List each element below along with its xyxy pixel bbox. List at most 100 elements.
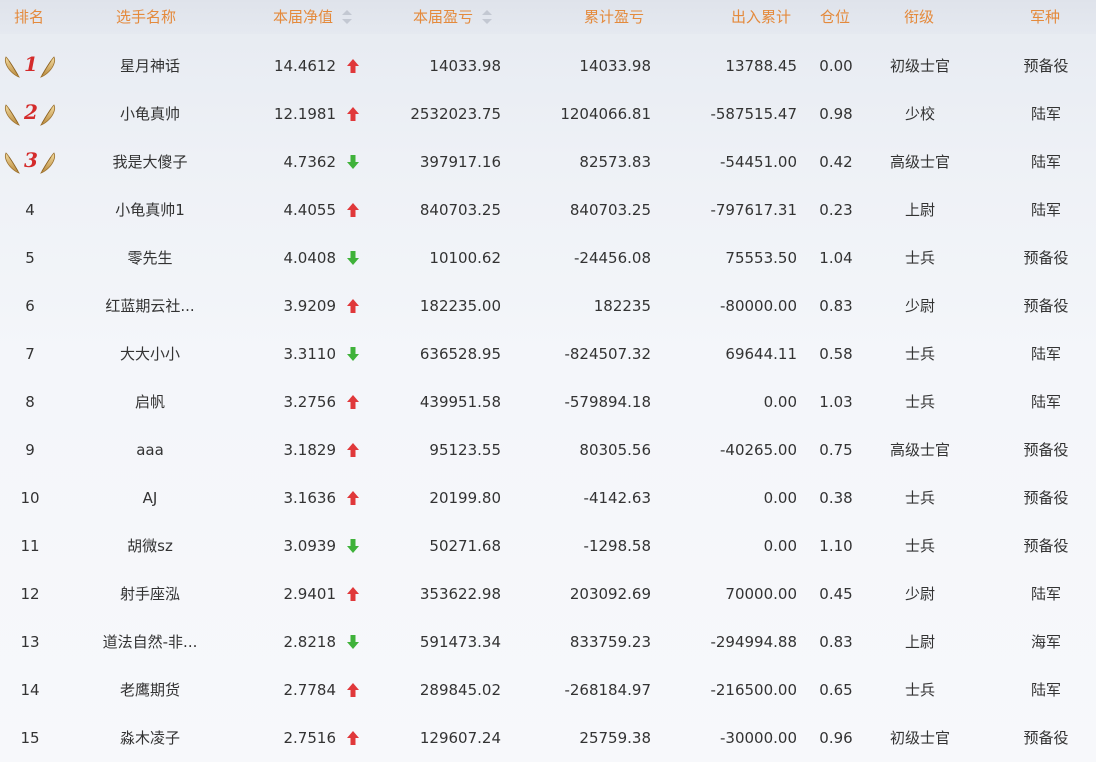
position-value: 0.96 — [819, 729, 853, 747]
title-value: 高级士官 — [889, 153, 950, 171]
pnl-value: 636528.95 — [419, 345, 501, 363]
cum-pnl-value: -824507.32 — [564, 345, 651, 363]
player-name[interactable]: 小龟真帅1 — [60, 186, 240, 234]
nav-value: 4.0408 — [283, 249, 337, 267]
pnl-value: 397917.16 — [419, 153, 501, 171]
player-name[interactable]: 大大小小 — [60, 330, 240, 378]
table-row[interactable]: 8 启帆 3.2756 439951.58 -579894.18 0.00 1.03 士兵 陆军 — [0, 378, 1096, 426]
rank-number: 9 — [25, 441, 35, 459]
cum-pnl-value: 840703.25 — [569, 201, 651, 219]
player-name[interactable]: 射手座泓 — [60, 570, 240, 618]
trend-up-arrow-icon — [346, 682, 360, 698]
flow-value: -797617.31 — [710, 201, 797, 219]
flow-value: 13788.45 — [725, 57, 797, 75]
rank-number: 15 — [20, 729, 40, 747]
table-row[interactable]: 2 小龟真帅 12.1981 2532023.75 1204066.81 -587515.… — [0, 90, 1096, 138]
position-value: 0.83 — [819, 297, 853, 315]
trend-down-arrow-icon — [346, 250, 360, 266]
trend-up-arrow-icon — [346, 586, 360, 602]
col-service-header: 军种 — [1030, 8, 1061, 26]
table-row[interactable]: 14 老鹰期货 2.7784 289845.02 -268184.97 -216500.0… — [0, 666, 1096, 714]
service-value: 陆军 — [1030, 153, 1061, 171]
pnl-value: 129607.24 — [419, 729, 501, 747]
title-value: 上尉 — [904, 201, 935, 219]
service-value: 陆军 — [1030, 105, 1061, 123]
nav-value: 3.3110 — [283, 345, 337, 363]
player-name[interactable]: 我是大傻子 — [60, 138, 240, 186]
player-name[interactable]: 道法自然-非... — [60, 618, 240, 666]
player-name[interactable]: 小龟真帅 — [60, 90, 240, 138]
table-row[interactable]: 1 星月神话 14.4612 14033.98 14033.98 13788.45 0.00… — [0, 42, 1096, 90]
trend-down-arrow-icon — [346, 346, 360, 362]
table-row[interactable]: 4 小龟真帅1 4.4055 840703.25 840703.25 -797617.31… — [0, 186, 1096, 234]
col-nav-header[interactable]: 本届净值 — [273, 0, 353, 34]
flow-value: -54451.00 — [720, 153, 797, 171]
rank-number: 14 — [20, 681, 40, 699]
sort-icon[interactable] — [342, 9, 353, 24]
flow-value: 0.00 — [763, 393, 797, 411]
rank-number: 12 — [20, 585, 40, 603]
table-row[interactable]: 9 aaa 3.1829 95123.55 80305.56 -40265.00 0.75 高… — [0, 426, 1096, 474]
title-value: 少尉 — [904, 585, 935, 603]
position-value: 0.45 — [819, 585, 853, 603]
service-value: 陆军 — [1030, 393, 1061, 411]
trend-down-arrow-icon — [346, 154, 360, 170]
nav-value: 14.4612 — [273, 57, 336, 75]
pnl-value: 14033.98 — [429, 57, 501, 75]
cum-pnl-value: 182235 — [593, 297, 651, 315]
pnl-value: 353622.98 — [419, 585, 501, 603]
table-row[interactable]: 7 大大小小 3.3110 636528.95 -824507.32 69644.11 0.… — [0, 330, 1096, 378]
position-value: 0.58 — [819, 345, 853, 363]
player-name[interactable]: aaa — [60, 426, 240, 474]
pnl-value: 439951.58 — [419, 393, 501, 411]
table-row[interactable]: 5 零先生 4.0408 10100.62 -24456.08 75553.50 1.04 士… — [0, 234, 1096, 282]
sort-icon[interactable] — [482, 9, 493, 24]
pnl-value: 840703.25 — [419, 201, 501, 219]
service-value: 陆军 — [1030, 345, 1061, 363]
player-name[interactable]: 淼木凌子 — [60, 714, 240, 762]
service-value: 预备役 — [1023, 441, 1069, 459]
col-pnl-header[interactable]: 本届盈亏 — [413, 0, 493, 34]
trend-down-arrow-icon — [346, 538, 360, 554]
cum-pnl-value: -1298.58 — [583, 537, 651, 555]
flow-value: -80000.00 — [720, 297, 797, 315]
title-value: 高级士官 — [889, 441, 950, 459]
title-value: 少尉 — [904, 297, 935, 315]
player-name[interactable]: 胡微sz — [60, 522, 240, 570]
table-row[interactable]: 15 淼木凌子 2.7516 129607.24 25759.38 -30000.00 0.… — [0, 714, 1096, 762]
table-row[interactable]: 10 AJ 3.1636 20199.80 -4142.63 0.00 0.38 士兵 预备役 — [0, 474, 1096, 522]
table-row[interactable]: 11 胡微sz 3.0939 50271.68 -1298.58 0.00 1.10 士兵 预备… — [0, 522, 1096, 570]
col-nav-label: 本届净值 — [273, 8, 334, 26]
position-value: 0.65 — [819, 681, 853, 699]
rank-number: 3 — [24, 148, 38, 172]
trend-up-arrow-icon — [346, 202, 360, 218]
cum-pnl-value: 82573.83 — [579, 153, 651, 171]
pnl-value: 10100.62 — [429, 249, 501, 267]
flow-value: 0.00 — [763, 489, 797, 507]
nav-value: 3.2756 — [283, 393, 337, 411]
table-row[interactable]: 13 道法自然-非... 2.8218 591473.34 833759.23 -2949… — [0, 618, 1096, 666]
player-name[interactable]: 老鹰期货 — [60, 666, 240, 714]
service-value: 预备役 — [1023, 57, 1069, 75]
table-row[interactable]: 12 射手座泓 2.9401 353622.98 203092.69 70000.00 0.… — [0, 570, 1096, 618]
position-value: 0.00 — [819, 57, 853, 75]
position-value: 1.03 — [819, 393, 853, 411]
service-value: 陆军 — [1030, 585, 1061, 603]
player-name[interactable]: 启帆 — [60, 378, 240, 426]
flow-value: -216500.00 — [710, 681, 797, 699]
cum-pnl-value: -579894.18 — [564, 393, 651, 411]
cum-pnl-value: 1204066.81 — [560, 105, 651, 123]
player-name[interactable]: AJ — [60, 474, 240, 522]
rank-medal-badge: 1 — [4, 51, 56, 81]
player-name[interactable]: 红蓝期云社... — [60, 282, 240, 330]
table-row[interactable]: 6 红蓝期云社... 3.9209 182235.00 182235 -80000.00 0… — [0, 282, 1096, 330]
table-row[interactable]: 3 我是大傻子 4.7362 397917.16 82573.83 -54451.00 0.… — [0, 138, 1096, 186]
rank-medal-badge: 2 — [4, 99, 56, 129]
pnl-value: 182235.00 — [419, 297, 501, 315]
cum-pnl-value: -268184.97 — [564, 681, 651, 699]
player-name[interactable]: 零先生 — [60, 234, 240, 282]
pnl-value: 20199.80 — [429, 489, 501, 507]
col-title-header: 衔级 — [904, 8, 935, 26]
flow-value: -294994.88 — [710, 633, 797, 651]
player-name[interactable]: 星月神话 — [60, 42, 240, 90]
